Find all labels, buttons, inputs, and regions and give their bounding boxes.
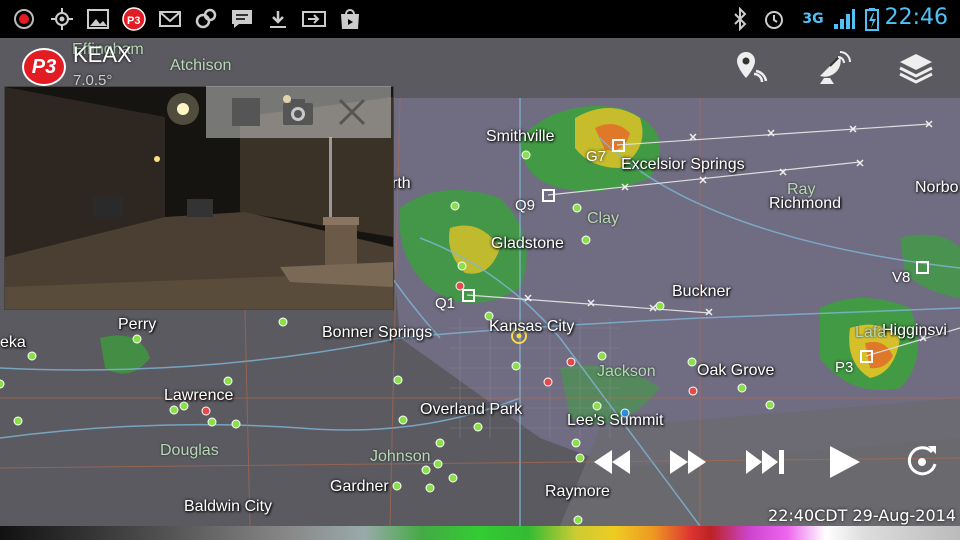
- rewind-button[interactable]: [588, 438, 636, 486]
- city-label: Kansas City: [489, 318, 575, 335]
- city-label: Gardner: [330, 478, 389, 495]
- bluetooth-icon: [728, 6, 752, 32]
- stop-recording-button[interactable]: [228, 94, 264, 130]
- station-name[interactable]: KEAX: [73, 42, 132, 68]
- play-icon: [830, 446, 860, 478]
- city-label: Smithville: [486, 128, 555, 145]
- signal-icon: [832, 7, 856, 31]
- network-type: 3G: [802, 11, 824, 27]
- sync-icon: [194, 7, 218, 31]
- storm-marker[interactable]: [860, 350, 873, 363]
- playback-controls: [576, 430, 960, 496]
- close-icon: [338, 98, 366, 126]
- status-bar: P3 3G 22:46: [0, 0, 960, 38]
- city-label: Perry: [118, 316, 157, 333]
- camera-icon: [283, 99, 313, 125]
- clock: 22:46: [884, 5, 948, 30]
- location-button[interactable]: [730, 48, 770, 88]
- refresh-icon: [907, 446, 937, 476]
- city-label: Johnson: [370, 448, 431, 465]
- fast-forward-button[interactable]: [664, 438, 712, 486]
- stop-icon: [232, 98, 260, 126]
- storm-marker-label: V8: [892, 269, 911, 286]
- chat-icon: [230, 7, 254, 31]
- city-label: Clay: [587, 210, 620, 227]
- storm-marker-label: G7: [586, 148, 607, 165]
- city-label: Excelsior Springs: [621, 156, 745, 173]
- snapshot-button[interactable]: [280, 94, 316, 130]
- city-label: Norbo: [915, 179, 959, 196]
- skip-to-latest-button[interactable]: [742, 438, 790, 486]
- record-icon: [12, 7, 36, 31]
- download-icon: [266, 7, 290, 31]
- svg-text:P3: P3: [127, 15, 140, 27]
- city-label: Baldwin City: [184, 498, 273, 515]
- p3-icon: P3: [122, 7, 146, 31]
- city-label: Oak Grove: [697, 362, 775, 379]
- city-label: rth: [392, 175, 411, 192]
- location-pin-icon: [737, 52, 768, 83]
- city-label: Richmond: [769, 195, 842, 212]
- radar-timestamp: 22:40CDT 29-Aug-2014: [768, 506, 956, 525]
- city-label: Bonner Springs: [322, 324, 433, 341]
- refresh-button[interactable]: [898, 438, 946, 486]
- storm-marker[interactable]: [612, 139, 625, 152]
- gallery-icon: [86, 7, 110, 31]
- play-button[interactable]: [820, 438, 868, 486]
- camera-controls: [206, 86, 391, 138]
- city-label: Jackson: [597, 363, 656, 380]
- city-label: Lafa: [855, 324, 887, 341]
- layers-icon: [899, 54, 933, 84]
- fast-forward-icon: [670, 450, 706, 474]
- reflectivity-color-scale: [0, 526, 960, 540]
- layers-button[interactable]: [896, 48, 936, 88]
- gps-icon: [50, 7, 74, 31]
- city-label: eka: [0, 334, 26, 351]
- forward-icon: [302, 7, 326, 31]
- alarm-icon: [762, 7, 786, 31]
- store-icon: [338, 7, 362, 31]
- gmail-icon: [158, 7, 182, 31]
- close-camera-button[interactable]: [334, 94, 370, 130]
- storm-marker-label: Q1: [435, 295, 456, 312]
- city-label: Overland Park: [420, 401, 523, 418]
- storm-marker[interactable]: [462, 289, 475, 302]
- city-label: Gladstone: [491, 235, 564, 252]
- city-label: Buckner: [672, 283, 731, 300]
- app-logo[interactable]: P3: [22, 48, 66, 86]
- storm-marker[interactable]: [916, 261, 929, 274]
- skip-end-icon: [746, 450, 784, 474]
- storm-marker[interactable]: [542, 189, 555, 202]
- storm-marker-label: Q9: [515, 197, 536, 214]
- radar-site-button[interactable]: [814, 48, 854, 88]
- storm-marker-label: P3: [835, 359, 854, 376]
- rewind-icon: [594, 450, 630, 474]
- satellite-dish-icon: [820, 51, 851, 84]
- city-label: Higginsvi: [882, 322, 947, 339]
- city-label: Douglas: [160, 442, 219, 459]
- city-label: Lee's Summit: [567, 412, 664, 429]
- battery-icon: [860, 7, 884, 31]
- city-label: Lawrence: [164, 387, 234, 404]
